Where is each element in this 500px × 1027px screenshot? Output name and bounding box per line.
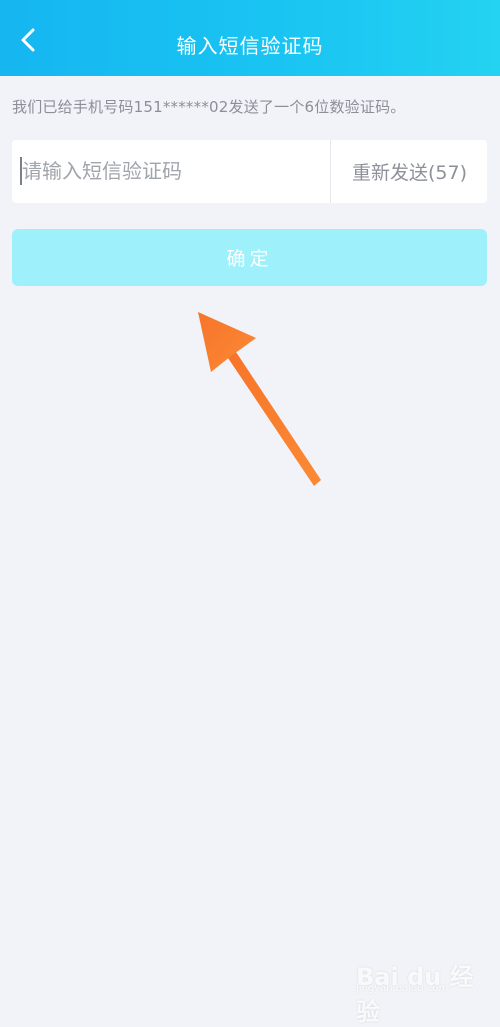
input-divider [330,140,331,203]
page-title: 输入短信验证码 [176,34,324,58]
header-bar: 输入短信验证码 [0,0,500,76]
baidu-jingyan-watermark: Bai du 经验 jingyan.baidu.com [356,957,474,1026]
arrow-shaft [228,352,321,486]
resend-button[interactable]: 重新发送(57) [332,140,487,203]
arrow-head [198,312,256,372]
sms-code-input[interactable] [22,146,322,196]
confirm-button[interactable]: 确定 [12,229,487,286]
watermark-url: jingyan.baidu.com [356,983,449,994]
sms-sent-hint: 我们已给手机号码151******02发送了一个6位数验证码。 [12,98,406,116]
code-input-card: 重新发送(57) [12,140,487,203]
